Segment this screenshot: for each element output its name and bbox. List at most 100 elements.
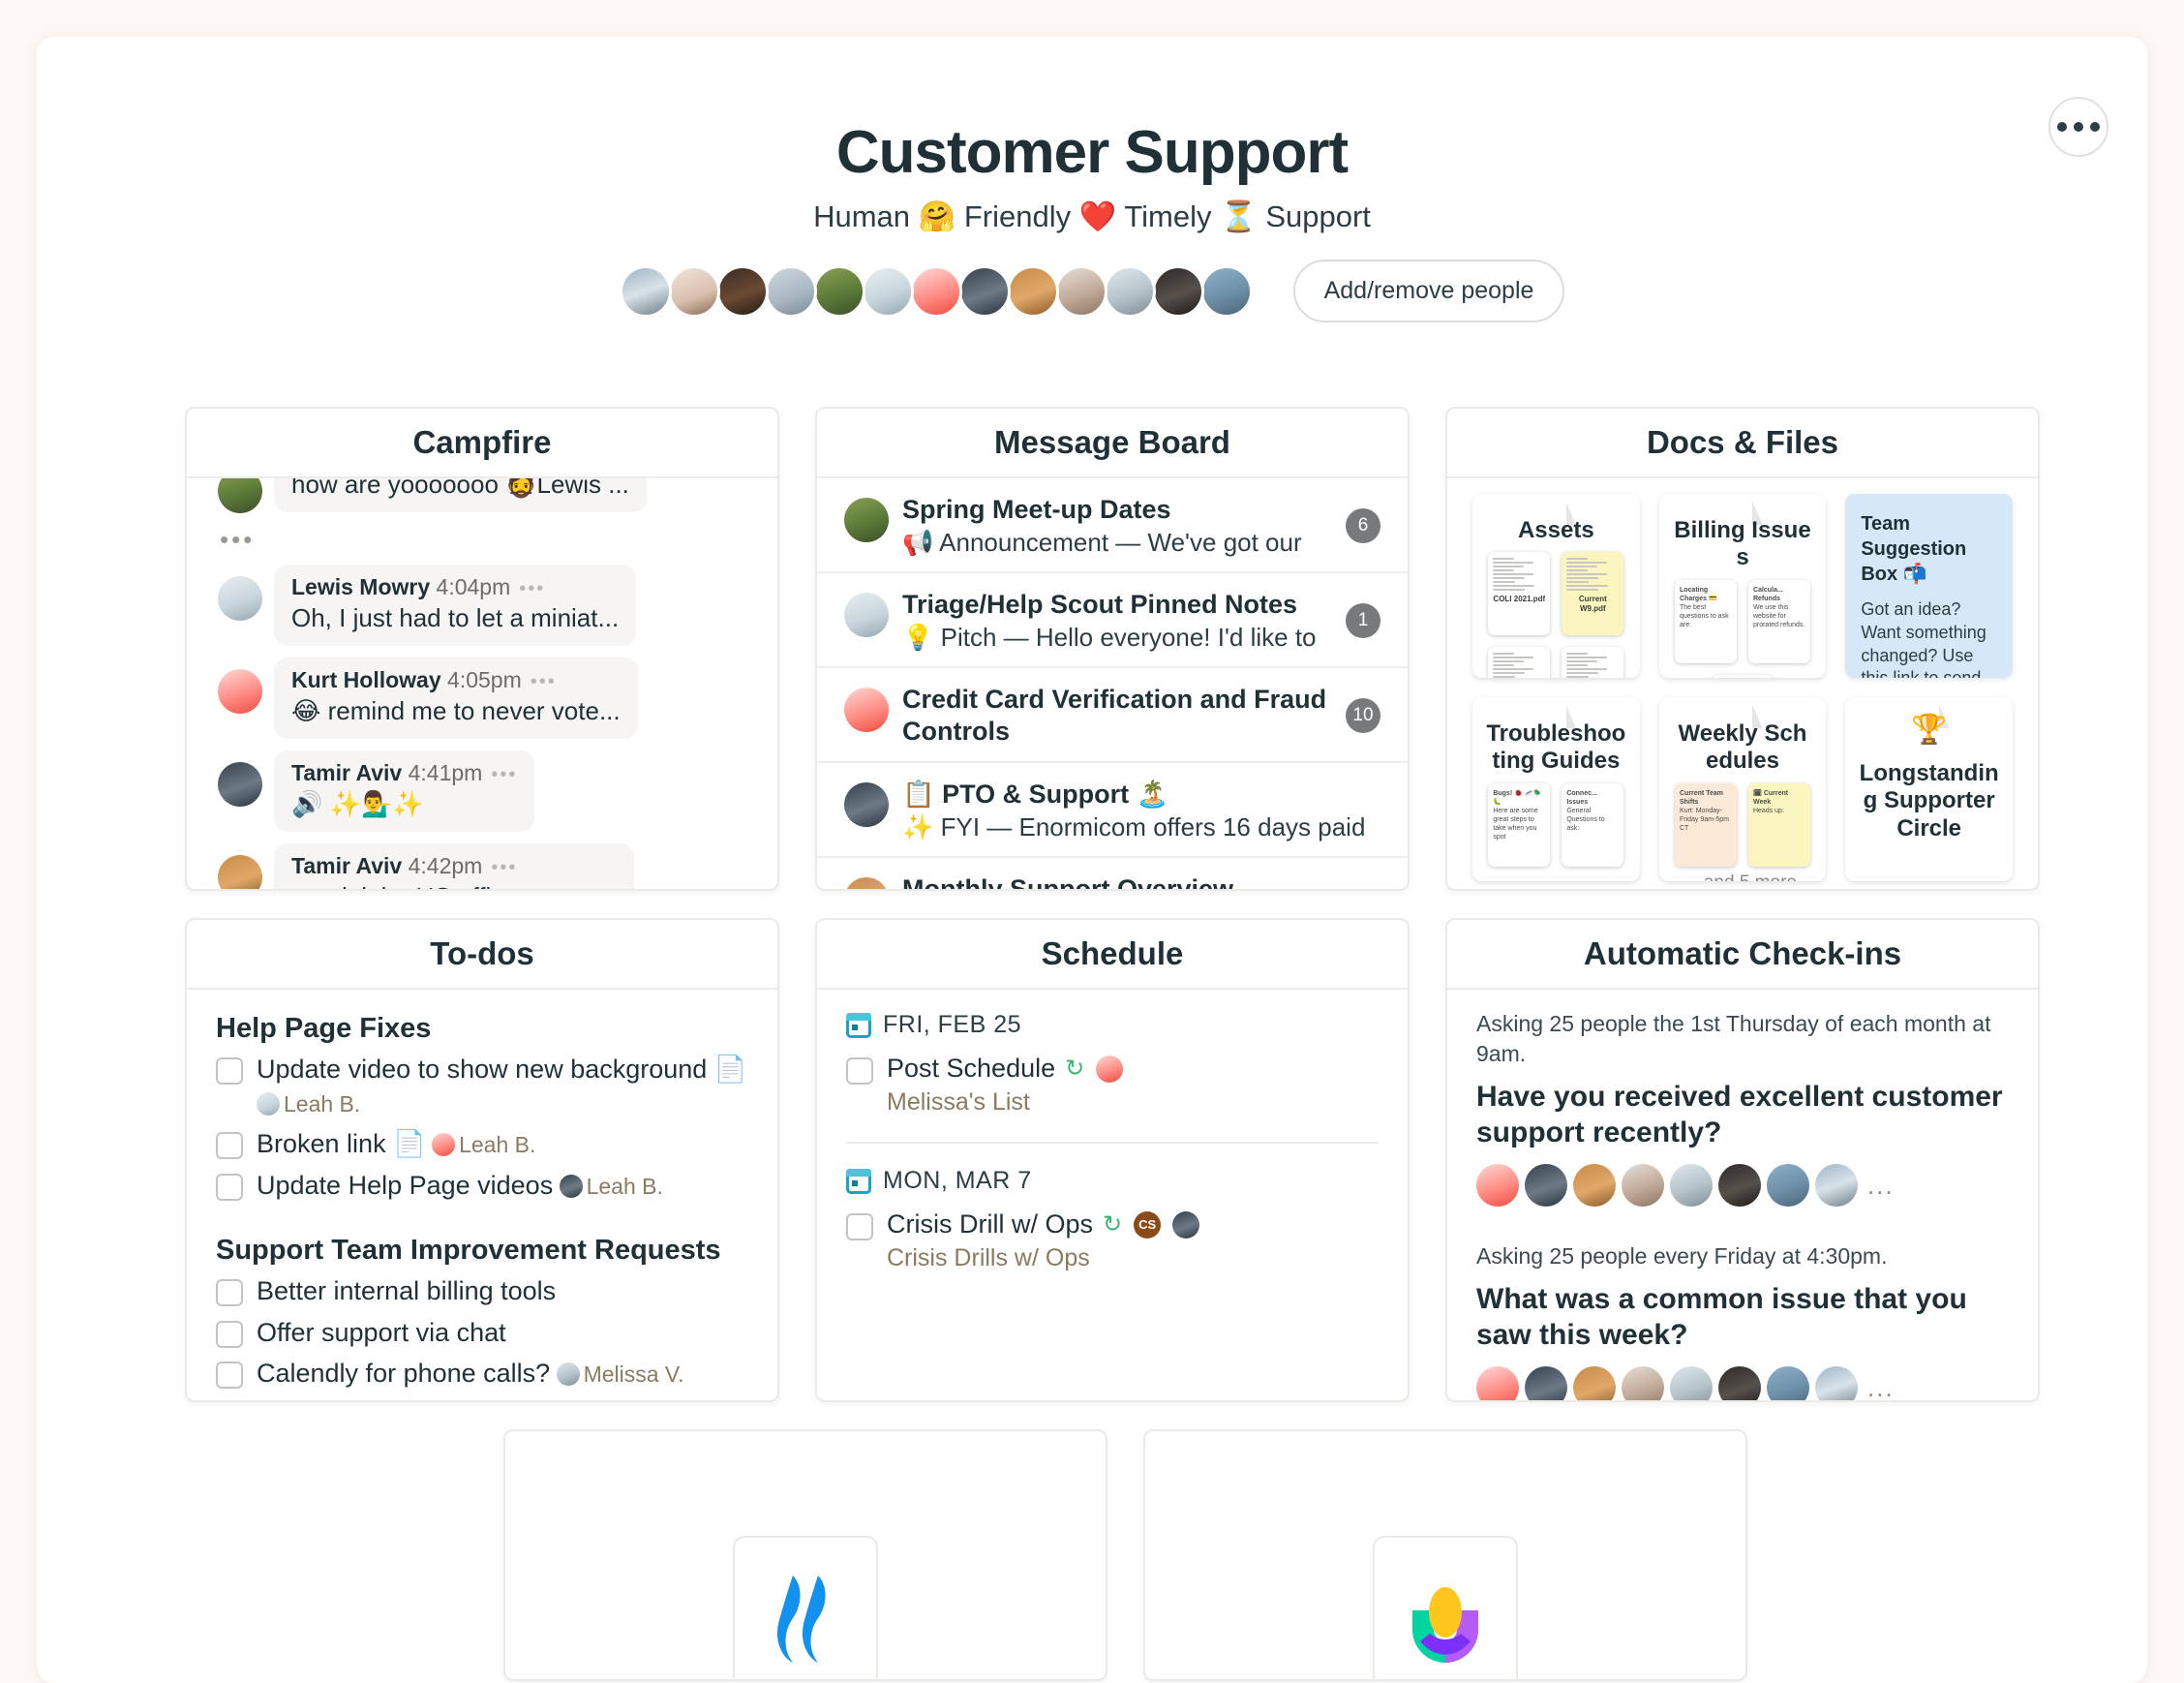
file-thumbnail[interactable]: Locating Charges 💳 The best questions to … bbox=[1674, 579, 1737, 663]
todo-checkbox[interactable] bbox=[216, 1279, 243, 1307]
file-thumbnail[interactable]: Calcula... Refunds We use this website fo… bbox=[1747, 579, 1810, 663]
avatar[interactable] bbox=[1103, 264, 1156, 318]
file-thumbnail[interactable]: 🗓 Current Week Heads up: bbox=[1747, 782, 1810, 867]
more-respondents-indicator[interactable]: ... bbox=[1867, 1373, 1895, 1400]
avatar[interactable] bbox=[1525, 1164, 1567, 1207]
docs-folder[interactable]: Assets COLI 2021.pdf Current W9.pdf bbox=[1472, 494, 1640, 678]
file-thumbnail[interactable]: Bugs! 🐞 🦟🪲 🐛 Here are some great steps to… bbox=[1488, 782, 1551, 867]
avatar[interactable] bbox=[861, 264, 914, 318]
message-board-item[interactable]: Monthly Support Overview❤️ Heartbeat — T… bbox=[817, 858, 1408, 889]
avatar[interactable] bbox=[1718, 1366, 1761, 1400]
todos-body[interactable]: Help Page Fixes Update video to show new … bbox=[187, 990, 777, 1400]
avatar[interactable] bbox=[1573, 1164, 1616, 1207]
todo-checkbox[interactable] bbox=[216, 1057, 243, 1085]
docs-files-body[interactable]: Assets COLI 2021.pdf Current W9.pdf Billing… bbox=[1447, 478, 2038, 889]
campfire-message[interactable]: Tamir Aviv 4:41pm ••• 🔊 ✨💁‍♂️✨ bbox=[187, 750, 777, 832]
integration-card-helpscout[interactable] bbox=[503, 1429, 1107, 1681]
checkin-question[interactable]: Have you received excellent customer sup… bbox=[1476, 1079, 2009, 1150]
more-respondents-indicator[interactable]: ... bbox=[1867, 1171, 1895, 1201]
project-options-button[interactable] bbox=[2048, 97, 2108, 157]
todos-panel[interactable]: To-dos Help Page Fixes Update video to sh… bbox=[185, 918, 779, 1402]
avatar[interactable] bbox=[1476, 1164, 1519, 1207]
todo-item[interactable]: Calendly for phone calls? Melissa V. bbox=[216, 1357, 748, 1391]
avatar[interactable] bbox=[1476, 1366, 1519, 1400]
docs-files-panel[interactable]: Docs & Files Assets COLI 2021.pdf Current … bbox=[1445, 407, 2040, 891]
avatar[interactable] bbox=[764, 264, 817, 318]
todo-checkbox[interactable] bbox=[216, 1320, 243, 1348]
avatar[interactable] bbox=[1670, 1366, 1713, 1400]
todo-item[interactable]: Update video to show new background 📄 Lea… bbox=[216, 1053, 748, 1119]
campfire-message-text: 😂 remind me to never vote... bbox=[291, 696, 621, 725]
avatar[interactable] bbox=[1573, 1366, 1616, 1400]
campfire-message[interactable]: how are yooooooo 🧔Lewis ... bbox=[187, 478, 777, 513]
docs-folder[interactable]: Troubleshooting Guides Bugs! 🐞 🦟🪲 🐛 Here a… bbox=[1472, 697, 1640, 881]
avatar[interactable] bbox=[1767, 1164, 1809, 1207]
message-options-icon[interactable]: ••• bbox=[531, 671, 557, 692]
message-board-body[interactable]: Spring Meet-up Dates 📢 Announcement — We'… bbox=[817, 478, 1408, 889]
file-thumbnail[interactable]: COLI 2021.pdf bbox=[1488, 552, 1551, 636]
avatar[interactable] bbox=[1815, 1164, 1858, 1207]
message-board-item[interactable]: Triage/Help Scout Pinned Notes 💡 Pitch — … bbox=[817, 573, 1408, 668]
campfire-message[interactable]: Tamir Aviv 4:42pm••• goodnight, US offlog… bbox=[187, 843, 777, 889]
todo-item[interactable]: Broken link 📄 Leah B. bbox=[216, 1127, 748, 1161]
schedule-item[interactable]: Post Schedule ↻ bbox=[846, 1053, 1379, 1085]
message-options-icon[interactable]: ••• bbox=[491, 857, 517, 878]
campfire-body[interactable]: how are yooooooo 🧔Lewis ... ••• Lewis Mowr… bbox=[187, 478, 777, 889]
integration-card-mailchimp[interactable] bbox=[1143, 1429, 1747, 1681]
avatar[interactable] bbox=[909, 264, 962, 318]
avatar[interactable] bbox=[1199, 264, 1253, 318]
docs-folder[interactable]: Weekly Schedules Current Team Shifts Kurt:… bbox=[1658, 697, 1827, 881]
schedule-panel[interactable]: Schedule FRI, FEB 25 Post Schedule ↻ Meliss… bbox=[815, 918, 1410, 1402]
avatar[interactable] bbox=[1670, 1164, 1713, 1207]
avatar[interactable] bbox=[619, 264, 672, 318]
checkin-question[interactable]: What was a common issue that you saw thi… bbox=[1476, 1281, 2009, 1353]
docs-folder[interactable]: 🏆 Longstanding Supporter Circle bbox=[1845, 697, 2013, 881]
avatar[interactable] bbox=[957, 264, 1011, 318]
campfire-message[interactable]: Kurt Holloway 4:05pm ••• 😂 remind me to ne… bbox=[187, 658, 777, 739]
message-board-item[interactable]: Credit Card Verification and Fraud Contr… bbox=[817, 668, 1408, 763]
file-thumbnail[interactable]: Connec... Issues General Questions to ask… bbox=[1562, 782, 1624, 867]
schedule-checkbox[interactable] bbox=[846, 1057, 873, 1085]
schedule-item-list[interactable]: Melissa's List bbox=[887, 1088, 1379, 1117]
message-options-icon[interactable]: ••• bbox=[519, 578, 545, 599]
schedule-item[interactable]: Crisis Drill w/ Ops ↻ CS bbox=[846, 1209, 1379, 1240]
checkins-body[interactable]: Asking 25 people the 1st Thursday of eac… bbox=[1447, 990, 2038, 1400]
message-board-panel[interactable]: Message Board Spring Meet-up Dates 📢 Anno… bbox=[815, 407, 1410, 891]
avatar[interactable] bbox=[1006, 264, 1059, 318]
file-thumbnail[interactable] bbox=[1562, 647, 1624, 678]
add-remove-people-button[interactable]: Add/remove people bbox=[1292, 260, 1565, 322]
campfire-panel[interactable]: Campfire how are yooooooo 🧔Lewis ... ••• L… bbox=[185, 407, 779, 891]
todo-item[interactable]: Offer support via chat bbox=[216, 1316, 748, 1350]
avatar[interactable] bbox=[1054, 264, 1107, 318]
todo-checkbox[interactable] bbox=[216, 1132, 243, 1160]
message-board-item[interactable]: Spring Meet-up Dates 📢 Announcement — We'… bbox=[817, 478, 1408, 573]
checkins-panel[interactable]: Automatic Check-ins Asking 25 people the… bbox=[1445, 918, 2040, 1402]
avatar[interactable] bbox=[1815, 1366, 1858, 1400]
avatar[interactable] bbox=[1151, 264, 1204, 318]
message-options-icon[interactable]: ••• bbox=[491, 764, 517, 785]
message-board-item[interactable]: 📋 PTO & Support 🏝️ ✨ FYI — Enormicom offe… bbox=[817, 763, 1408, 858]
todo-item[interactable]: Update Help Page videos Leah B. bbox=[216, 1169, 748, 1203]
avatar[interactable] bbox=[1767, 1366, 1809, 1400]
avatar[interactable] bbox=[667, 264, 720, 318]
avatar[interactable] bbox=[715, 264, 769, 318]
schedule-checkbox[interactable] bbox=[846, 1213, 873, 1240]
file-thumbnail[interactable]: Wire bbox=[1711, 674, 1774, 678]
avatar[interactable] bbox=[1622, 1164, 1664, 1207]
avatar[interactable] bbox=[1718, 1164, 1761, 1207]
todo-checkbox[interactable] bbox=[216, 1173, 243, 1201]
avatar[interactable] bbox=[812, 264, 865, 318]
file-thumbnail[interactable]: Current Team Shifts Kurt: Monday-Friday 9… bbox=[1674, 782, 1737, 867]
file-thumbnail[interactable]: Current W9.pdf bbox=[1562, 552, 1624, 636]
todo-item[interactable]: Better internal billing tools bbox=[216, 1274, 748, 1308]
docs-folder[interactable]: Billing Issues Locating Charges 💳 The best… bbox=[1658, 494, 1827, 678]
folder-grid: Assets COLI 2021.pdf Current W9.pdf Billing… bbox=[1447, 478, 2038, 881]
campfire-message[interactable]: Lewis Mowry 4:04pm ••• Oh, I just had to l… bbox=[187, 565, 777, 646]
team-suggestion-box-card[interactable]: Team Suggestion Box 📬 Got an idea? Want s… bbox=[1845, 494, 2013, 678]
schedule-body[interactable]: FRI, FEB 25 Post Schedule ↻ Melissa's List M… bbox=[817, 990, 1408, 1400]
avatar[interactable] bbox=[1525, 1366, 1567, 1400]
avatar[interactable] bbox=[1622, 1366, 1664, 1400]
schedule-item-list[interactable]: Crisis Drills w/ Ops bbox=[887, 1244, 1379, 1272]
file-thumbnail[interactable] bbox=[1488, 647, 1551, 678]
todo-checkbox[interactable] bbox=[216, 1362, 243, 1390]
